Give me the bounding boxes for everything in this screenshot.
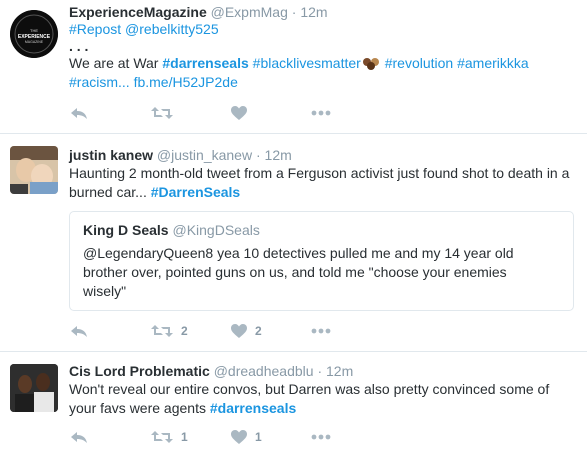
author-handle[interactable]: @justin_kanew bbox=[157, 147, 252, 163]
hashtag-darrenseals[interactable]: #darrenseals bbox=[162, 55, 248, 71]
like-button[interactable]: 1 bbox=[231, 430, 311, 444]
profile-photo-icon bbox=[10, 146, 58, 194]
ellipsis-line: . . . bbox=[69, 38, 89, 54]
reply-icon bbox=[71, 432, 87, 443]
more-button[interactable] bbox=[311, 434, 331, 440]
hashtag-revolution[interactable]: #revolution bbox=[385, 55, 454, 71]
hashtag-darrenseals[interactable]: #DarrenSeals bbox=[151, 184, 241, 200]
avatar-cis-lord-problematic[interactable] bbox=[10, 364, 58, 412]
reply-icon bbox=[71, 326, 87, 337]
author-handle[interactable]: @dreadheadblu bbox=[214, 363, 314, 379]
avatar-experiencemagazine[interactable]: THE EXPERIENCE MAGAZINE bbox=[10, 10, 58, 58]
hashtag-blacklivesmatter[interactable]: #blacklivesmatter bbox=[253, 55, 361, 71]
hashtag-racism[interactable]: #racism... bbox=[69, 74, 130, 90]
author-handle[interactable]: @ExpmMag bbox=[211, 4, 288, 20]
like-icon bbox=[231, 106, 247, 120]
quoted-tweet[interactable]: King D Seals @KingDSeals @LegendaryQueen… bbox=[69, 211, 574, 311]
more-button[interactable] bbox=[311, 328, 331, 334]
tweet-actions: 2 2 bbox=[69, 321, 331, 341]
retweet-button[interactable]: 1 bbox=[151, 430, 231, 444]
retweet-count: 1 bbox=[181, 430, 188, 444]
repost-hashtag-link[interactable]: #Repost @rebelkitty525 bbox=[69, 21, 219, 37]
avatar-logo-text: THE bbox=[30, 28, 38, 33]
text-segment: Haunting 2 month-old tweet from a Fergus… bbox=[69, 165, 570, 200]
tweet-header: Cis Lord Problematic @dreadheadblu · 12m bbox=[69, 362, 353, 380]
separator-dot: · bbox=[255, 147, 261, 163]
timestamp[interactable]: 12m bbox=[326, 363, 353, 379]
like-icon bbox=[231, 430, 247, 444]
retweet-icon bbox=[151, 431, 173, 443]
like-count: 1 bbox=[255, 430, 262, 444]
hashtag-amerikkka[interactable]: #amerikkka bbox=[457, 55, 529, 71]
like-button[interactable] bbox=[231, 106, 311, 120]
quote-text: @LegendaryQueen8 yea 10 detectives pulle… bbox=[83, 245, 514, 299]
more-icon bbox=[311, 328, 331, 334]
tweet-text: Won't reveal our entire convos, but Darr… bbox=[69, 380, 579, 418]
tweet-experiencemagazine[interactable]: THE EXPERIENCE MAGAZINE ExperienceMagazi… bbox=[0, 0, 587, 134]
more-button[interactable] bbox=[311, 110, 331, 116]
tweet-cis-lord-problematic[interactable]: Cis Lord Problematic @dreadheadblu · 12m… bbox=[0, 352, 587, 458]
more-icon bbox=[311, 110, 331, 116]
reply-button[interactable] bbox=[69, 106, 151, 120]
reply-button[interactable] bbox=[69, 430, 151, 444]
quote-author-handle[interactable]: @KingDSeals bbox=[172, 222, 259, 238]
tweet-header: justin kanew @justin_kanew · 12m bbox=[69, 146, 292, 164]
blm-emoji-icon bbox=[361, 56, 381, 70]
like-button[interactable]: 2 bbox=[231, 324, 311, 338]
retweet-icon bbox=[151, 107, 173, 119]
tweet-header: ExperienceMagazine @ExpmMag · 12m bbox=[69, 3, 328, 21]
retweet-button[interactable] bbox=[151, 106, 231, 120]
tweet-text: Haunting 2 month-old tweet from a Fergus… bbox=[69, 164, 579, 202]
reply-button[interactable] bbox=[69, 324, 151, 338]
quote-header: King D Seals @KingDSeals bbox=[83, 222, 260, 238]
text-segment: Won't reveal our entire convos, but Darr… bbox=[69, 381, 550, 416]
author-name[interactable]: ExperienceMagazine bbox=[69, 4, 207, 20]
magazine-logo-icon: THE EXPERIENCE MAGAZINE bbox=[10, 10, 58, 58]
quote-author-name[interactable]: King D Seals bbox=[83, 222, 169, 238]
separator-dot: · bbox=[317, 363, 323, 379]
tweet-actions bbox=[69, 103, 331, 123]
author-name[interactable]: Cis Lord Problematic bbox=[69, 363, 210, 379]
separator-dot: · bbox=[291, 4, 297, 20]
more-icon bbox=[311, 434, 331, 440]
tweet-actions: 1 1 bbox=[69, 427, 331, 447]
retweet-icon bbox=[151, 325, 173, 337]
retweet-count: 2 bbox=[181, 324, 188, 338]
timestamp[interactable]: 12m bbox=[265, 147, 292, 163]
like-icon bbox=[231, 324, 247, 338]
text-segment: We are at War bbox=[69, 55, 163, 71]
author-name[interactable]: justin kanew bbox=[69, 147, 153, 163]
tweet-text: #Repost @rebelkitty525 . . . We are at W… bbox=[69, 20, 574, 92]
retweet-button[interactable]: 2 bbox=[151, 324, 231, 338]
reply-icon bbox=[71, 108, 87, 119]
svg-text:MAGAZINE: MAGAZINE bbox=[25, 40, 44, 44]
hashtag-darrenseals[interactable]: #darrenseals bbox=[210, 400, 296, 416]
timestamp[interactable]: 12m bbox=[300, 4, 327, 20]
tweet-justin-kanew[interactable]: justin kanew @justin_kanew · 12m Hauntin… bbox=[0, 134, 587, 352]
like-count: 2 bbox=[255, 324, 262, 338]
profile-photo-icon bbox=[10, 364, 58, 412]
avatar-justin-kanew[interactable] bbox=[10, 146, 58, 194]
link-fb[interactable]: fb.me/H52JP2de bbox=[134, 74, 238, 90]
